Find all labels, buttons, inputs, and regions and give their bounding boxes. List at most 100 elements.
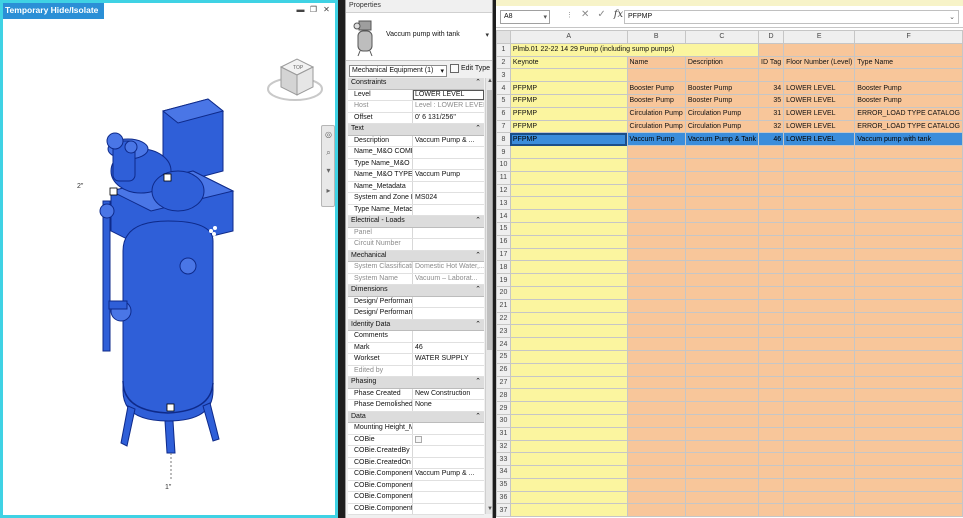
cell[interactable]: [854, 401, 963, 415]
cell[interactable]: [626, 439, 686, 454]
property-value[interactable]: [413, 504, 484, 515]
cell[interactable]: [626, 311, 686, 326]
cell[interactable]: [758, 247, 785, 262]
cell[interactable]: [783, 209, 856, 223]
cell[interactable]: [854, 273, 963, 287]
cell[interactable]: [684, 311, 760, 326]
cell[interactable]: [758, 362, 785, 377]
cell[interactable]: Booster Pump: [626, 93, 686, 108]
cell[interactable]: [783, 426, 856, 441]
property-value[interactable]: MS024: [413, 193, 484, 204]
property-row[interactable]: Level LOWER LEVEL: [348, 89, 484, 101]
navbar-options-icon[interactable]: ▸: [324, 186, 333, 195]
worksheet-grid[interactable]: ABCDEF 1 Plmb.01 22-22 14 29 Pump (includ…: [496, 30, 963, 518]
cell[interactable]: [854, 42, 963, 57]
zoom-icon[interactable]: ⌕: [324, 148, 333, 157]
cell[interactable]: [758, 477, 785, 492]
cell[interactable]: [684, 285, 760, 300]
keynote-cell[interactable]: [509, 503, 628, 518]
property-category-header[interactable]: Electrical - Loads ⌃: [348, 216, 484, 228]
cell[interactable]: [684, 157, 760, 172]
cell[interactable]: [758, 209, 785, 223]
cell[interactable]: [758, 145, 785, 159]
cell[interactable]: [684, 465, 760, 479]
cell[interactable]: [626, 503, 686, 518]
cell[interactable]: [684, 196, 760, 211]
property-value[interactable]: Domestic Hot Water,...: [413, 262, 484, 273]
keynote-cell[interactable]: [509, 209, 628, 223]
expand-formula-icon[interactable]: ⌄: [949, 13, 955, 21]
collapse-icon[interactable]: ⌃: [475, 377, 481, 385]
property-category-header[interactable]: Data ⌃: [348, 411, 484, 423]
cell[interactable]: [758, 503, 785, 518]
keynote-cell[interactable]: [509, 234, 628, 249]
cell[interactable]: [783, 221, 856, 236]
row-header[interactable]: 20: [496, 285, 511, 300]
keynote-cell[interactable]: PFPMP: [509, 119, 628, 134]
cell[interactable]: [854, 477, 963, 492]
cell[interactable]: Circulation Pump: [626, 106, 686, 121]
column-header[interactable]: B: [626, 30, 686, 44]
column-header[interactable]: E: [783, 30, 856, 44]
property-value[interactable]: [413, 182, 484, 193]
cell[interactable]: Type Name: [854, 55, 963, 70]
cell[interactable]: [684, 337, 760, 351]
property-value[interactable]: [413, 492, 484, 503]
cell[interactable]: [758, 401, 785, 415]
cell[interactable]: [626, 477, 686, 492]
row-header[interactable]: 7: [496, 119, 511, 134]
edit-type-button[interactable]: Edit Type: [450, 64, 490, 73]
property-value[interactable]: [413, 446, 484, 457]
property-value[interactable]: [413, 458, 484, 469]
cell[interactable]: [854, 452, 963, 467]
cell[interactable]: [854, 375, 963, 390]
cell[interactable]: [758, 413, 785, 428]
collapse-icon[interactable]: ⌃: [475, 124, 481, 132]
cell[interactable]: [854, 196, 963, 211]
cell[interactable]: [783, 170, 856, 185]
cell[interactable]: [783, 260, 856, 275]
cell[interactable]: [783, 503, 856, 518]
row-header[interactable]: 33: [496, 452, 511, 467]
keynote-cell[interactable]: [509, 298, 628, 313]
row-header[interactable]: 14: [496, 209, 511, 223]
property-row[interactable]: Workset WATER SUPPLY: [348, 354, 484, 366]
cell[interactable]: [684, 145, 760, 159]
keynote-cell[interactable]: [509, 337, 628, 351]
cell[interactable]: [758, 42, 785, 57]
row-header[interactable]: 8: [496, 132, 511, 147]
property-row[interactable]: Mounting Height_M...: [348, 423, 484, 435]
collapse-icon[interactable]: ⌃: [475, 320, 481, 328]
property-row[interactable]: Mark 46: [348, 342, 484, 354]
instance-filter-select[interactable]: Mechanical Equipment (1) ▾: [349, 65, 447, 77]
type-dropdown-icon[interactable]: ▾: [485, 31, 489, 39]
cell[interactable]: LOWER LEVEL: [783, 106, 856, 121]
cell[interactable]: [854, 285, 963, 300]
cell[interactable]: [758, 234, 785, 249]
scroll-up-icon[interactable]: ▲: [486, 78, 492, 86]
cell[interactable]: [854, 349, 963, 364]
property-value[interactable]: New Construction: [413, 389, 484, 400]
row-header[interactable]: 13: [496, 196, 511, 211]
row-header[interactable]: 23: [496, 324, 511, 339]
cell[interactable]: [854, 170, 963, 185]
column-header[interactable]: D: [758, 30, 785, 44]
collapse-icon[interactable]: ⌃: [475, 216, 481, 224]
row-header[interactable]: 11: [496, 170, 511, 185]
cell[interactable]: 46: [758, 132, 785, 147]
row-header[interactable]: 35: [496, 477, 511, 492]
zoom-dropdown-icon[interactable]: ▾: [324, 166, 333, 175]
cell[interactable]: [758, 349, 785, 364]
cell[interactable]: [684, 234, 760, 249]
cell[interactable]: ERROR_LOAD TYPE CATALOG: [854, 119, 963, 134]
cell[interactable]: [783, 157, 856, 172]
keynote-cell[interactable]: [509, 349, 628, 364]
property-row[interactable]: System Name Vacuum – Laborat...: [348, 273, 484, 285]
cell[interactable]: [684, 413, 760, 428]
cell[interactable]: [758, 221, 785, 236]
keynote-cell[interactable]: [509, 273, 628, 287]
cell[interactable]: [626, 247, 686, 262]
row-header[interactable]: 30: [496, 413, 511, 428]
property-value[interactable]: Vaccum Pump: [413, 170, 484, 181]
cell[interactable]: [758, 260, 785, 275]
